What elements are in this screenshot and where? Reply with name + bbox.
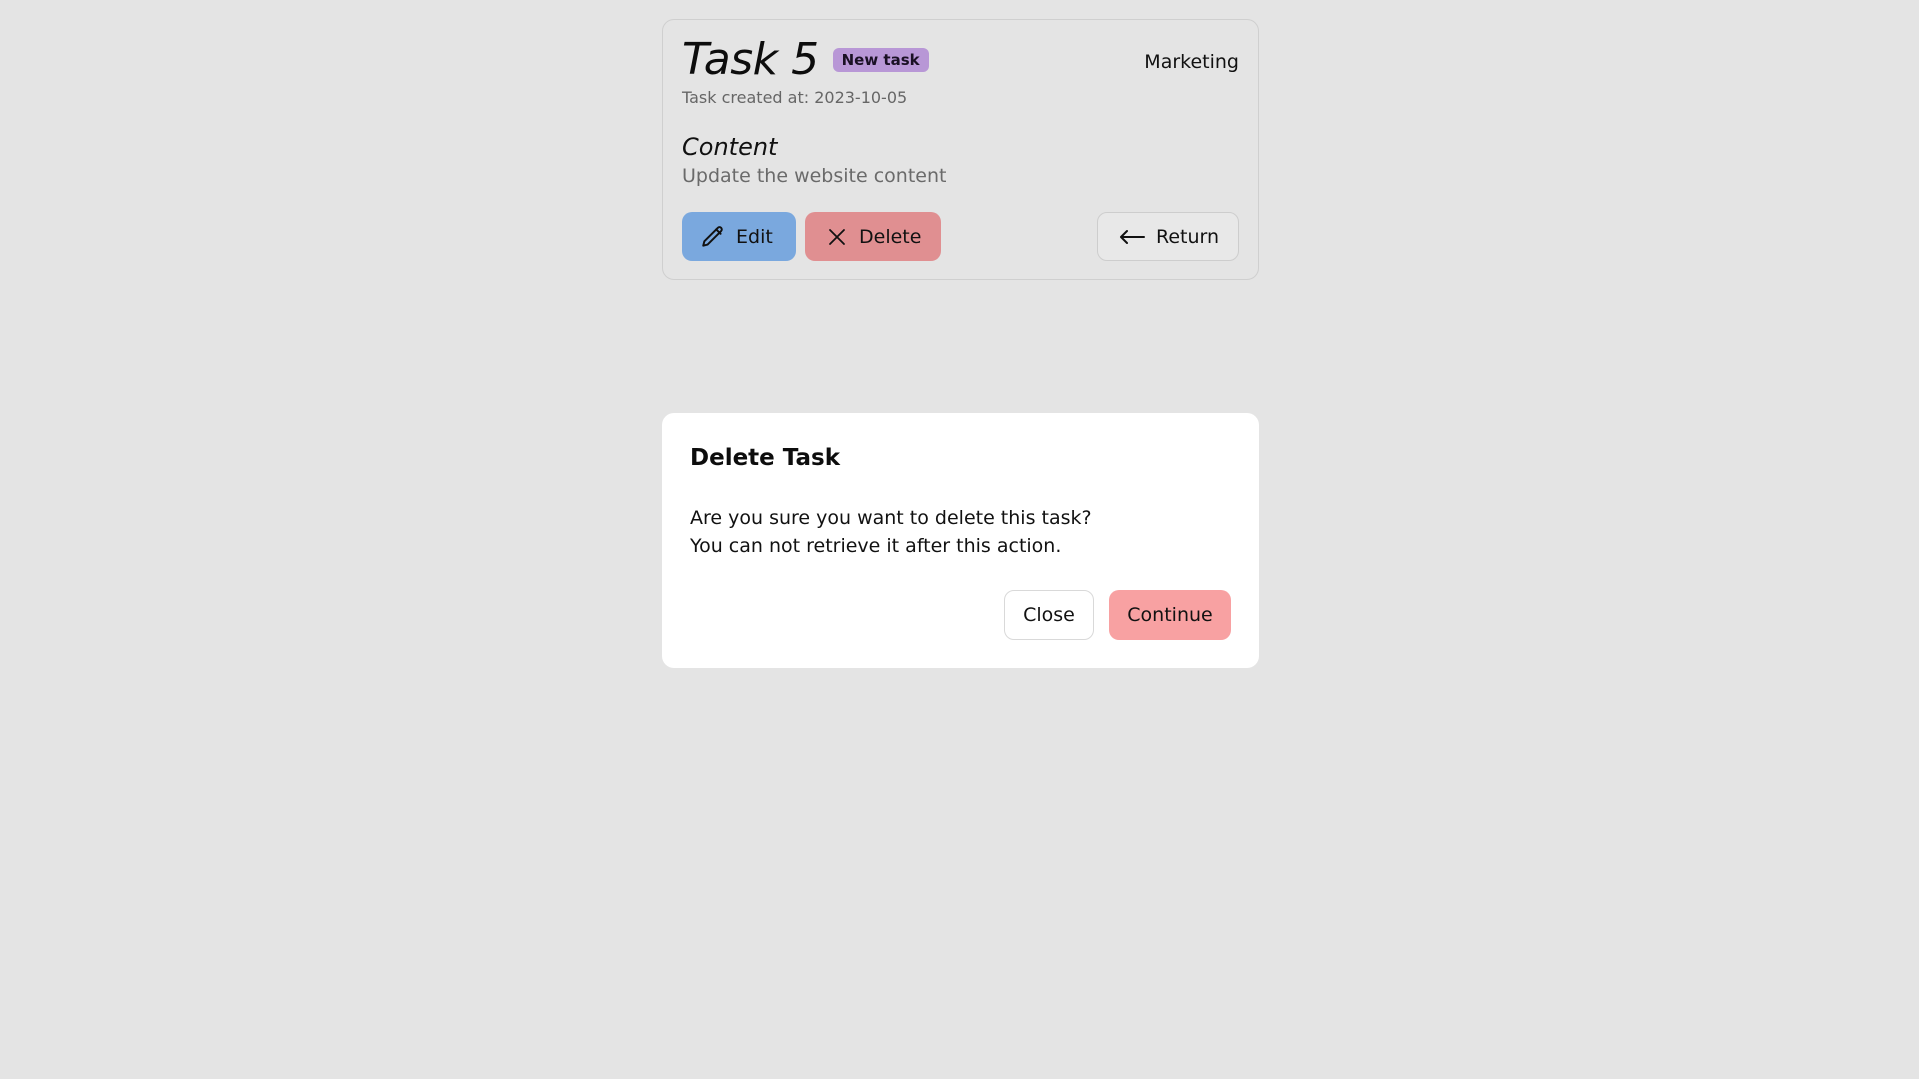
continue-button[interactable]: Continue: [1109, 590, 1231, 640]
content-text: Update the website content: [682, 165, 947, 187]
return-button-label: Return: [1156, 225, 1220, 248]
close-button[interactable]: Close: [1004, 590, 1094, 640]
return-button[interactable]: Return: [1097, 212, 1239, 261]
content-heading: Content: [682, 133, 778, 161]
task-category: Marketing: [1144, 51, 1239, 73]
task-header: Task 5 New task: [682, 38, 929, 82]
arrow-left-icon: [1118, 227, 1146, 247]
dialog-title: Delete Task: [690, 445, 841, 471]
close-x-icon: [825, 225, 849, 249]
edit-button[interactable]: Edit: [682, 212, 796, 261]
page: Task 5 New task Marketing Task created a…: [0, 0, 1919, 1079]
edit-button-label: Edit: [736, 225, 773, 248]
delete-button-label: Delete: [859, 225, 922, 248]
task-created-date: Task created at: 2023-10-05: [682, 88, 908, 107]
status-badge: New task: [832, 48, 929, 72]
pencil-icon: [700, 224, 726, 250]
task-card: Task 5 New task Marketing Task created a…: [662, 19, 1259, 280]
dialog-message-line-2: You can not retrieve it after this actio…: [690, 535, 1062, 557]
delete-button[interactable]: Delete: [805, 212, 941, 261]
dialog-message: Are you sure you want to delete this tas…: [690, 504, 1092, 560]
delete-task-dialog: Delete Task Are you sure you want to del…: [662, 413, 1259, 668]
dialog-message-line-1: Are you sure you want to delete this tas…: [690, 507, 1092, 529]
task-title: Task 5: [682, 34, 819, 85]
